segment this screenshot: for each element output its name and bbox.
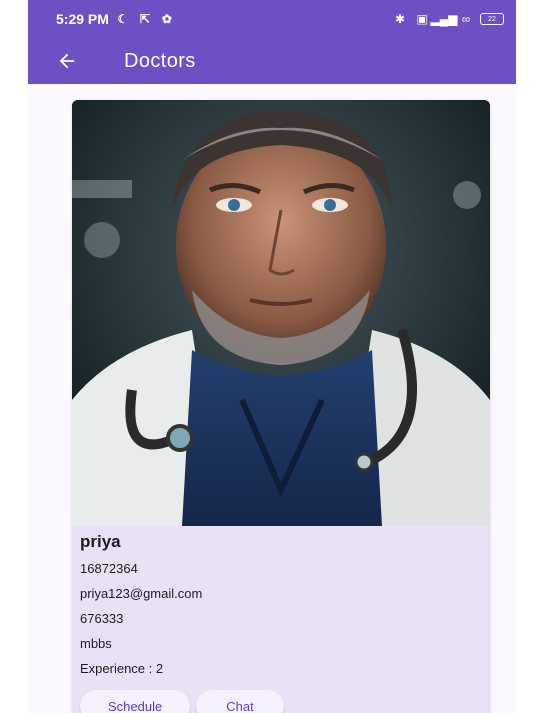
moon-icon: ☾ xyxy=(117,12,129,26)
battery-level: 22 xyxy=(488,15,496,23)
app-bar: 5:29 PM ☾ ⇱ ✿ ✱ ▣ ▂▄▆ ∞ 22 Doctors xyxy=(28,0,516,84)
doctor-photo xyxy=(72,100,490,526)
battery-icon: 22 xyxy=(480,13,504,25)
chat-button[interactable]: Chat xyxy=(196,690,284,713)
doctor-experience: Experience : 2 xyxy=(80,661,164,676)
cast-icon: ⇱ xyxy=(139,12,150,26)
doctor-card[interactable]: priya 16872364 priya123@gmail.com 676333… xyxy=(72,100,490,713)
bluetooth-icon: ✱ xyxy=(394,12,406,26)
toolbar: Doctors xyxy=(28,42,516,80)
doctor-info: priya 16872364 priya123@gmail.com 676333… xyxy=(80,532,202,681)
volte-icon: ▣ xyxy=(416,12,428,26)
card-actions: Schedule Chat xyxy=(80,690,284,713)
arrow-left-icon xyxy=(59,53,75,69)
doctor-email: priya123@gmail.com xyxy=(80,586,203,601)
schedule-button[interactable]: Schedule xyxy=(80,690,191,713)
status-bar: 5:29 PM ☾ ⇱ ✿ ✱ ▣ ▂▄▆ ∞ 22 xyxy=(28,0,516,38)
doctor-portrait-image xyxy=(72,100,490,526)
settings-icon: ✿ xyxy=(161,12,172,26)
doctor-name: priya xyxy=(80,532,121,551)
status-left: 5:29 PM ☾ ⇱ ✿ xyxy=(56,11,175,27)
status-time: 5:29 PM xyxy=(56,11,109,27)
doctor-id: 16872364 xyxy=(80,561,138,576)
status-right: ✱ ▣ ▂▄▆ ∞ 22 xyxy=(392,12,504,26)
signal-icon: ▂▄▆ xyxy=(430,12,458,26)
link-icon: ∞ xyxy=(461,12,471,26)
page-title: Doctors xyxy=(124,49,196,72)
doctor-qualification: mbbs xyxy=(80,636,112,651)
back-button[interactable] xyxy=(48,42,86,80)
app-screen: 5:29 PM ☾ ⇱ ✿ ✱ ▣ ▂▄▆ ∞ 22 Doctors priya… xyxy=(28,0,516,713)
doctor-phone: 676333 xyxy=(80,611,124,626)
